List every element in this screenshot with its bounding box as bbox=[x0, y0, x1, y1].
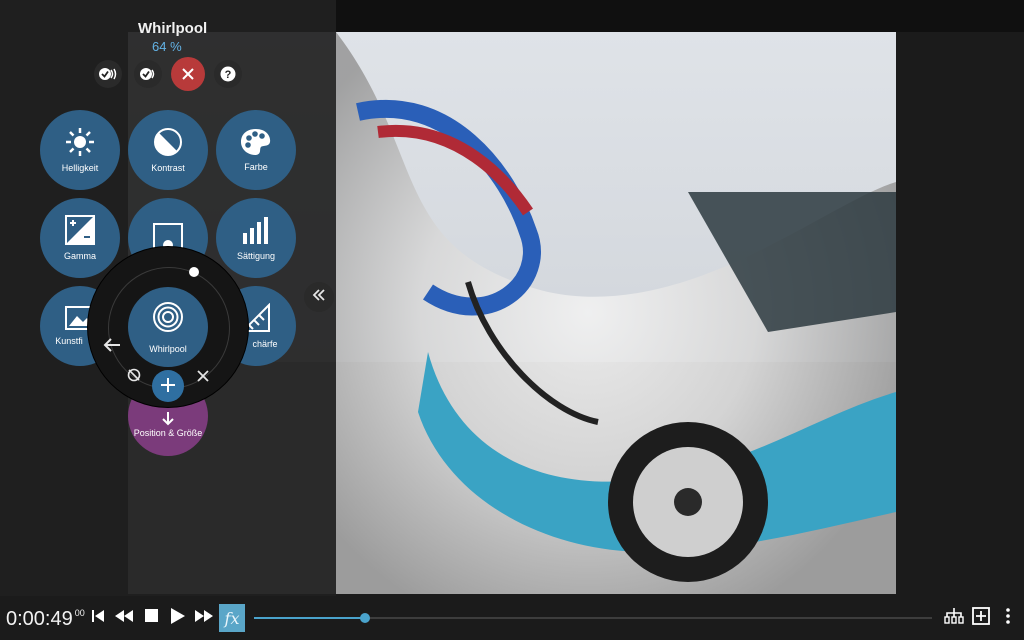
tool-contrast[interactable]: Kontrast bbox=[128, 110, 208, 190]
fast-forward-icon bbox=[195, 609, 213, 627]
check-icon bbox=[138, 67, 158, 81]
stop-icon bbox=[144, 609, 158, 627]
tool-label: Sättigung bbox=[236, 251, 276, 261]
hierarchy-button[interactable] bbox=[942, 606, 966, 630]
play-icon bbox=[171, 607, 185, 629]
help-button[interactable]: ? bbox=[214, 60, 242, 88]
cancel-button[interactable] bbox=[171, 57, 205, 91]
tool-color[interactable]: Farbe bbox=[216, 110, 296, 190]
apply-all-button[interactable] bbox=[94, 60, 122, 88]
effect-percent: 64 % bbox=[152, 39, 182, 54]
hierarchy-icon bbox=[944, 607, 964, 630]
tool-label: Farbe bbox=[244, 162, 268, 172]
stop-button[interactable] bbox=[139, 606, 163, 630]
reset-icon[interactable] bbox=[127, 368, 141, 387]
rewind-icon bbox=[115, 609, 133, 627]
wheel-center-label: Whirlpool bbox=[149, 343, 187, 354]
tool-label: Position & Größe bbox=[133, 428, 203, 438]
double-chevron-left-icon bbox=[312, 288, 326, 306]
right-margin bbox=[896, 32, 1024, 594]
sun-icon bbox=[65, 127, 95, 157]
tool-label: Kontrast bbox=[151, 163, 185, 173]
skip-back-icon bbox=[91, 609, 105, 628]
top-bar bbox=[336, 0, 1024, 32]
fx-button[interactable]: fx bbox=[219, 604, 245, 632]
tool-label: Gamma bbox=[63, 251, 96, 261]
help-icon: ? bbox=[220, 66, 236, 82]
more-icon bbox=[1006, 607, 1010, 629]
add-frame-icon bbox=[972, 606, 990, 630]
play-button[interactable] bbox=[166, 606, 190, 630]
add-frame-button[interactable] bbox=[969, 606, 993, 630]
close-icon[interactable] bbox=[197, 369, 209, 387]
tool-brightness[interactable]: Helligkeit bbox=[40, 110, 120, 190]
tool-saturation[interactable]: Sättigung bbox=[216, 198, 296, 278]
bar-chart-icon bbox=[241, 215, 271, 245]
timeline-handle[interactable] bbox=[360, 613, 370, 623]
svg-text:?: ? bbox=[225, 69, 232, 81]
timeline-slider[interactable] bbox=[254, 613, 932, 623]
tool-gamma[interactable]: Gamma bbox=[40, 198, 120, 278]
close-icon bbox=[182, 68, 194, 80]
collapse-panel-button[interactable] bbox=[304, 282, 334, 312]
double-check-icon bbox=[98, 67, 118, 81]
tool-label: chärfe bbox=[252, 339, 278, 349]
exposure-icon bbox=[65, 215, 95, 245]
fx-icon: fx bbox=[224, 608, 240, 628]
more-button[interactable] bbox=[996, 606, 1020, 630]
time-ms: 00 bbox=[74, 608, 85, 618]
apply-button[interactable] bbox=[134, 60, 162, 88]
tool-label: Helligkeit bbox=[61, 163, 99, 173]
move-arrows-icon bbox=[156, 410, 180, 426]
add-button[interactable] bbox=[152, 370, 184, 402]
time-value: 0:00:49 bbox=[6, 608, 73, 630]
effect-title: Whirlpool bbox=[138, 20, 208, 37]
contrast-icon bbox=[153, 127, 183, 157]
tool-label: Kunstfi bbox=[55, 336, 83, 346]
skip-back-button[interactable] bbox=[86, 606, 110, 630]
fast-forward-button[interactable] bbox=[192, 606, 216, 630]
whirlpool-button[interactable]: Whirlpool bbox=[128, 287, 208, 367]
wheel-handle[interactable] bbox=[189, 267, 199, 277]
timeline-progress bbox=[254, 617, 365, 619]
add-icon bbox=[160, 373, 176, 399]
rewind-button[interactable] bbox=[112, 606, 136, 630]
playback-time: 0:00:49 00 bbox=[6, 608, 85, 631]
whirlpool-icon bbox=[152, 301, 184, 338]
palette-icon bbox=[240, 128, 272, 156]
back-arrow-icon[interactable] bbox=[103, 338, 121, 357]
